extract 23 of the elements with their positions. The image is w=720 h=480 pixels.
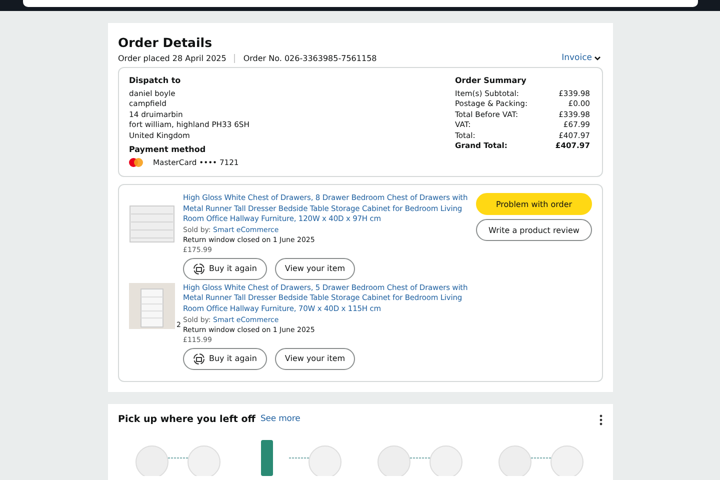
summary-heading: Order Summary [455,76,528,86]
section-title: Pick up where you left off [118,414,256,426]
more-options-icon[interactable] [599,414,603,426]
reorder-icon [193,262,205,275]
chevron-down-icon [594,56,601,60]
problem-button[interactable]: Problem with order [476,193,592,215]
review-button[interactable]: Write a product review [476,219,592,241]
buy-again-button[interactable]: Buy it again [183,348,267,370]
page-title: Order Details [118,35,214,50]
view-item-button[interactable]: View your item [274,258,356,280]
card-logo-icon [129,158,143,168]
payment-heading: Payment method [129,145,207,156]
buy-again-button[interactable]: Buy it again [183,258,267,280]
reorder-icon [193,352,205,365]
drawers-photo-placeholder [129,282,175,329]
order-date: Order placed 28 April 2025 [118,54,226,62]
drawers-photo-placeholder [129,204,175,244]
view-item-button[interactable]: View your item [274,348,356,370]
dispatch-heading: Dispatch to [129,76,182,86]
order-number: Order No. 026-3363985-7561158 [243,54,377,62]
search-field[interactable] [22,0,698,7]
see-more-link[interactable]: See more [260,414,300,425]
invoice-link[interactable]: Invoice [562,53,601,63]
